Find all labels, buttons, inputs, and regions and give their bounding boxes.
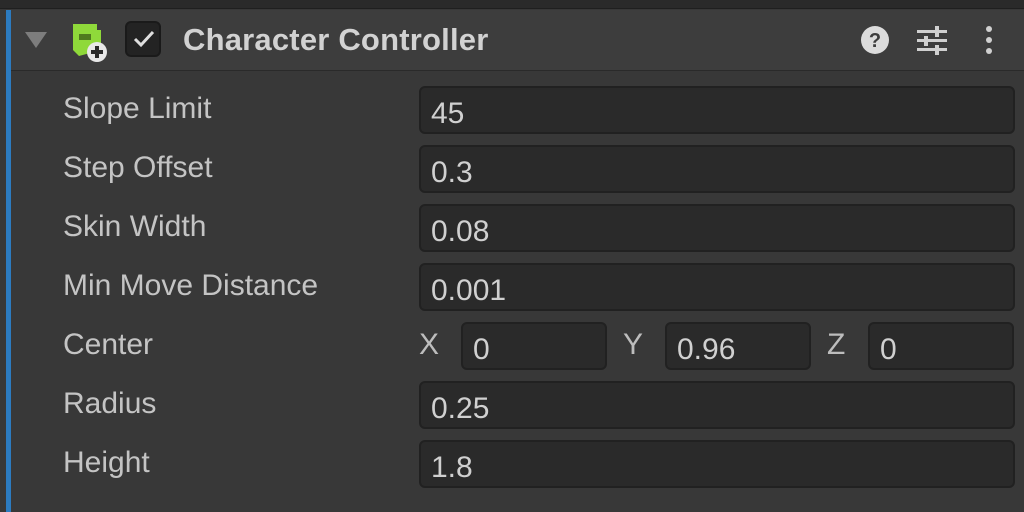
property-row-height: Height 1.8 xyxy=(11,434,1024,492)
property-label[interactable]: Center xyxy=(63,328,153,362)
property-row-radius: Radius 0.25 xyxy=(11,375,1024,433)
field-value: 0 xyxy=(880,333,897,366)
property-row-step-offset: Step Offset 0.3 xyxy=(11,139,1024,197)
property-row-slope-limit: Slope Limit 45 xyxy=(11,80,1024,138)
field-value: 0.001 xyxy=(431,274,507,307)
more-menu-icon[interactable] xyxy=(981,24,997,61)
component-enabled-checkbox[interactable] xyxy=(125,21,161,57)
field-value: 0.96 xyxy=(677,333,736,366)
center-x-field[interactable]: 0 xyxy=(461,322,607,370)
field-value: 0.25 xyxy=(431,392,490,425)
property-label[interactable]: Step Offset xyxy=(63,151,213,185)
min-move-distance-field[interactable]: 0.001 xyxy=(419,263,1015,311)
radius-field[interactable]: 0.25 xyxy=(419,381,1015,429)
component-title: Character Controller xyxy=(183,22,489,57)
field-value: 0.08 xyxy=(431,215,490,248)
center-z-label[interactable]: Z xyxy=(827,328,845,362)
field-value: 1.8 xyxy=(431,451,473,484)
property-label[interactable]: Height xyxy=(63,446,150,480)
property-label[interactable]: Min Move Distance xyxy=(63,269,318,303)
skin-width-field[interactable]: 0.08 xyxy=(419,204,1015,252)
checkmark-icon xyxy=(133,30,155,48)
property-label[interactable]: Radius xyxy=(63,387,156,421)
field-value: 0.3 xyxy=(431,156,473,189)
presets-icon[interactable] xyxy=(915,24,949,61)
center-z-field[interactable]: 0 xyxy=(868,322,1014,370)
center-y-label[interactable]: Y xyxy=(623,328,643,362)
property-row-skin-width: Skin Width 0.08 xyxy=(11,198,1024,256)
property-row-min-move-distance: Min Move Distance 0.001 xyxy=(11,257,1024,315)
slope-limit-field[interactable]: 45 xyxy=(419,86,1015,134)
step-offset-field[interactable]: 0.3 xyxy=(419,145,1015,193)
property-row-center: Center X 0 Y 0.96 Z 0 xyxy=(11,316,1024,374)
field-value: 45 xyxy=(431,97,465,130)
component-header[interactable]: Character Controller ? xyxy=(11,10,1024,71)
height-field[interactable]: 1.8 xyxy=(419,440,1015,488)
center-x-label[interactable]: X xyxy=(419,328,439,362)
foldout-arrow-icon[interactable] xyxy=(25,32,47,48)
top-divider xyxy=(0,0,1024,9)
help-icon[interactable]: ? xyxy=(859,24,891,61)
svg-text:?: ? xyxy=(869,30,881,52)
property-label[interactable]: Skin Width xyxy=(63,210,206,244)
field-value: 0 xyxy=(473,333,490,366)
character-controller-icon xyxy=(67,20,111,64)
property-label[interactable]: Slope Limit xyxy=(63,92,211,126)
center-y-field[interactable]: 0.96 xyxy=(665,322,811,370)
